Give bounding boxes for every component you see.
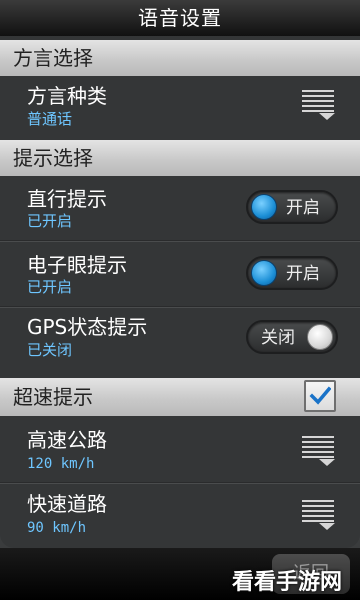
dialect-type-value: 普通话 (27, 110, 73, 128)
page-title: 语音设置 (0, 0, 360, 36)
gps-tip-toggle[interactable]: 关闭 (246, 320, 338, 354)
section-header-dialect: 方言选择 (0, 40, 360, 76)
gps-tip-row[interactable]: GPS状态提示 已关闭 关闭 (0, 308, 360, 370)
list-dropdown-icon[interactable] (300, 500, 336, 530)
straight-tip-label: 直行提示 (27, 187, 107, 211)
highway-row[interactable]: 高速公路 120 km/h (0, 418, 360, 480)
highway-label: 高速公路 (27, 428, 107, 452)
section-header-tips: 提示选择 (0, 140, 360, 176)
list-dropdown-icon[interactable] (300, 90, 336, 120)
camera-tip-row[interactable]: 电子眼提示 已开启 开启 (0, 242, 360, 304)
list-dropdown-icon[interactable] (300, 436, 336, 466)
expressway-speed-value: 90 km/h (27, 520, 87, 536)
straight-tip-toggle[interactable]: 开启 (246, 190, 338, 224)
toggle-label: 开启 (286, 264, 320, 284)
speed-tip-checkbox[interactable] (304, 380, 336, 412)
toggle-label: 开启 (286, 198, 320, 218)
checkmark-icon (309, 386, 331, 405)
speed-header-label: 超速提示 (13, 385, 93, 409)
dialect-type-label: 方言种类 (27, 84, 107, 108)
toggle-label: 关闭 (261, 328, 295, 348)
gps-tip-label: GPS状态提示 (27, 315, 148, 339)
toggle-knob (307, 324, 333, 350)
settings-panel: 方言选择 方言种类 普通话 提示选择 直行提示 已开启 开启 电子眼提示 已开启… (0, 36, 360, 548)
watermark-text: 看看手游网 (232, 570, 343, 595)
camera-tip-status: 已开启 (27, 278, 73, 296)
expressway-label: 快速道路 (27, 492, 107, 516)
straight-tip-status: 已开启 (27, 212, 73, 230)
camera-tip-label: 电子眼提示 (27, 253, 127, 277)
gps-tip-status: 已关闭 (27, 341, 73, 359)
toggle-knob (251, 194, 277, 220)
camera-tip-toggle[interactable]: 开启 (246, 256, 338, 290)
highway-speed-value: 120 km/h (27, 456, 95, 472)
section-header-speed[interactable]: 超速提示 (0, 378, 360, 416)
straight-tip-row[interactable]: 直行提示 已开启 开启 (0, 176, 360, 238)
toggle-knob (251, 260, 277, 286)
dialect-type-row[interactable]: 方言种类 普通话 (0, 76, 360, 138)
expressway-row[interactable]: 快速道路 90 km/h (0, 484, 360, 546)
